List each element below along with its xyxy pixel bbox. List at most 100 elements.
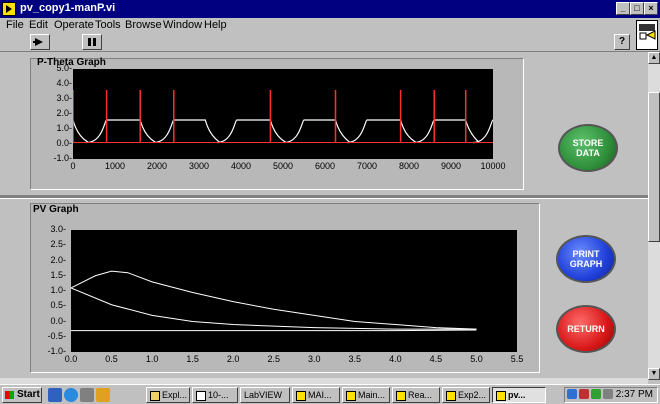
x-tick-label: 5000 [272, 161, 294, 171]
y-tick-label: -1.0- [47, 346, 66, 356]
x-tick-label: 0.0 [64, 354, 78, 364]
y-tick-label: -1.0- [53, 153, 72, 163]
tray-network-icon[interactable] [567, 389, 577, 399]
x-tick-label: 1.5 [186, 354, 199, 364]
clock: 2:37 PM [615, 389, 653, 400]
pv-graph-title: PV Graph [33, 204, 79, 215]
series-line [71, 329, 477, 332]
x-tick-label: 0.5 [105, 354, 118, 364]
maximize-button[interactable]: □ [630, 2, 644, 15]
quicklaunch-app-icon[interactable] [96, 388, 110, 402]
x-tick-label: 3.0 [308, 354, 321, 364]
tray-monitor-icon[interactable] [603, 389, 613, 399]
x-tick-label: 8000 [398, 161, 420, 171]
y-tick-label: -0.5- [47, 330, 66, 341]
vi-connector-icon [636, 20, 658, 50]
y-tick-label: 0.0- [50, 315, 66, 326]
ptheta-plot-area[interactable] [73, 69, 493, 159]
x-tick-label: 4.0 [389, 354, 402, 364]
tray-app-icon[interactable] [579, 389, 589, 399]
quicklaunch-explorer-icon[interactable] [80, 388, 94, 402]
window-title: pv_copy1-manP.vi [20, 2, 116, 14]
y-tick-label: 1.5- [50, 269, 66, 280]
vertical-scrollbar[interactable]: ▲ ▼ [648, 52, 660, 380]
menu-tools[interactable]: Tools [95, 19, 121, 31]
y-tick-label: 1.0- [50, 285, 66, 295]
task-explorer[interactable]: Expl... [146, 387, 190, 403]
x-tick-label: 3.5 [348, 354, 362, 364]
menu-browse[interactable]: Browse [125, 19, 162, 31]
store-data-button[interactable]: STORE DATA [558, 124, 618, 172]
pv-panel: PV Graph PRINT GRAPH RETURN [0, 199, 648, 378]
pv-plot-area[interactable] [71, 230, 517, 352]
y-tick-label: 2.5- [50, 239, 66, 250]
run-arrow-icon[interactable] [30, 34, 50, 50]
menu-help[interactable]: Help [204, 19, 227, 31]
taskbar: Start Expl... 10-... LabVIEW MAI... Main… [0, 384, 660, 404]
start-button[interactable]: Start [2, 387, 42, 403]
vi-icon [346, 390, 356, 401]
y-tick-label: 0.0- [56, 138, 72, 148]
y-tick-label: 3.0- [50, 224, 66, 234]
series-line [73, 119, 493, 144]
task-label: pv... [508, 390, 526, 400]
x-tick-label: 2000 [146, 161, 168, 171]
task-pv[interactable]: pv... [492, 387, 546, 403]
task-label: MAI... [308, 390, 332, 400]
x-tick-label: 2.5 [267, 354, 280, 364]
series-line [71, 270, 477, 330]
task-label: LabVIEW [244, 390, 283, 400]
pause-icon[interactable] [82, 34, 102, 50]
task-main[interactable]: Main... [342, 387, 390, 403]
x-tick-label: 4.5 [429, 354, 443, 364]
task-mai[interactable]: MAI... [292, 387, 340, 403]
x-tick-label: 10000 [480, 161, 506, 171]
task-label: Main... [358, 390, 386, 400]
y-tick-label: 2.0- [50, 254, 66, 265]
menu-file[interactable]: File [6, 19, 24, 31]
scroll-up-icon[interactable]: ▲ [648, 52, 660, 64]
menu-operate[interactable]: Operate [54, 19, 94, 31]
x-tick-label: 5.0 [470, 354, 483, 364]
scroll-down-icon[interactable]: ▼ [648, 368, 660, 380]
task-label: 10-... [208, 390, 229, 400]
tray-volume-icon[interactable] [591, 389, 601, 399]
close-button[interactable]: × [644, 2, 658, 15]
document-icon [196, 390, 206, 401]
x-tick-label: 1.0 [145, 354, 159, 364]
y-tick-label: 3.0- [56, 93, 72, 103]
context-help-button[interactable]: ? [614, 34, 630, 50]
task-label: Rea... [408, 390, 433, 400]
y-tick-label: 0.5- [50, 300, 66, 311]
task-exp2[interactable]: Exp2... [442, 387, 490, 403]
menu-window[interactable]: Window [163, 19, 202, 31]
series-line [71, 287, 477, 330]
pv-graph-frame: PV Graph [30, 203, 540, 373]
y-tick-label: 4.0- [56, 78, 72, 88]
task-rea[interactable]: Rea... [392, 387, 440, 403]
minimize-button[interactable]: _ [616, 2, 630, 15]
labview-vi-icon [2, 2, 16, 16]
x-tick-label: 4000 [230, 161, 252, 171]
y-tick-label: 5.0- [56, 63, 72, 73]
x-tick-label: 1000 [104, 161, 126, 171]
folder-icon [150, 390, 160, 401]
quicklaunch-browser-icon[interactable] [64, 388, 78, 402]
task-10[interactable]: 10-... [192, 387, 238, 403]
scroll-thumb[interactable] [648, 92, 660, 242]
toolbar: ? [0, 33, 660, 52]
vi-icon [396, 390, 406, 401]
print-graph-button[interactable]: PRINT GRAPH [556, 235, 616, 283]
quicklaunch-desktop-icon[interactable] [48, 388, 62, 402]
menu-edit[interactable]: Edit [29, 19, 48, 31]
x-tick-label: 0 [70, 161, 76, 171]
vi-icon [446, 390, 456, 401]
x-tick-label: 6000 [314, 161, 336, 171]
task-labview[interactable]: LabVIEW [240, 387, 290, 403]
x-tick-label: 3000 [188, 161, 210, 171]
ptheta-panel: P-Theta Graph STORE DATA [0, 52, 648, 195]
task-label: Exp2... [458, 390, 487, 400]
system-tray: 2:37 PM [564, 387, 658, 403]
x-tick-label: 9000 [440, 161, 462, 171]
return-button[interactable]: RETURN [556, 305, 616, 353]
